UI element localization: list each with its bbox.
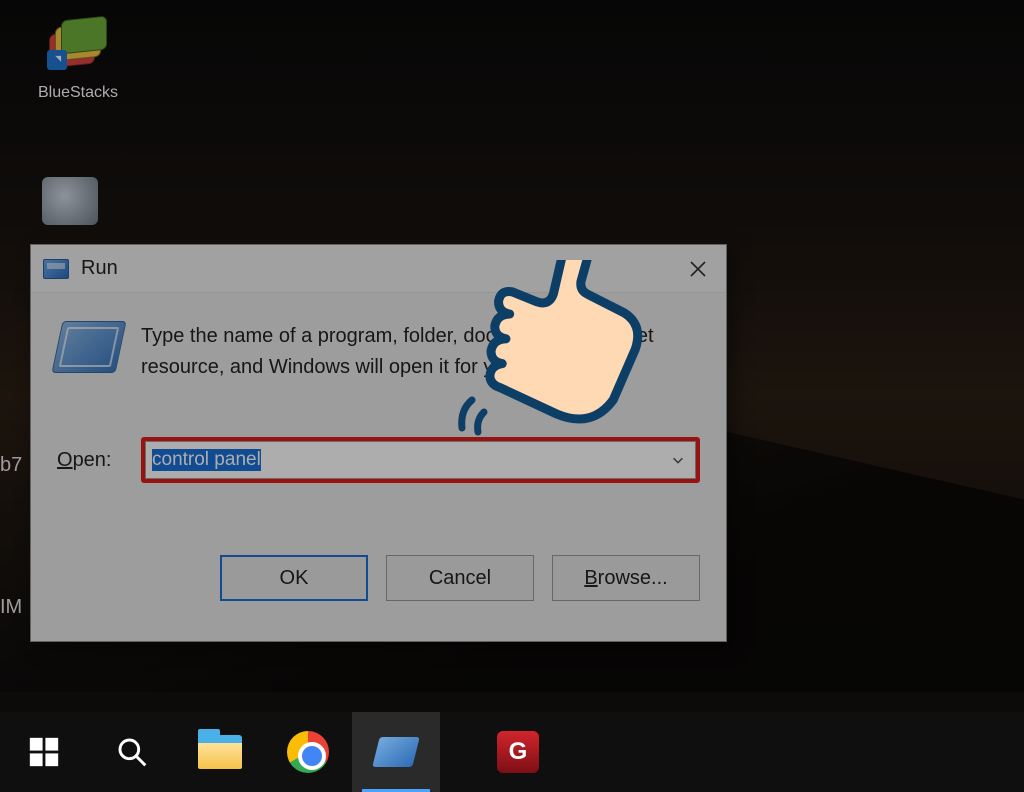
dropdown-button[interactable] (661, 442, 695, 478)
taskbar-file-explorer[interactable] (176, 712, 264, 792)
search-icon (116, 736, 148, 768)
run-dialog: Run Type the name of a program, folder, … (30, 244, 727, 642)
open-input-highlight-box (141, 437, 700, 483)
taskbar-search-button[interactable] (88, 712, 176, 792)
windows-logo-icon (27, 735, 61, 769)
browse-button[interactable]: Browse... (552, 555, 700, 601)
run-dialog-title: Run (81, 257, 118, 280)
run-icon (372, 737, 419, 767)
chrome-icon (287, 731, 329, 773)
open-input-combo[interactable] (145, 441, 696, 479)
start-button[interactable] (0, 712, 88, 792)
desktop-icon-label: BlueStacks (28, 84, 128, 102)
desktop-icon-partial[interactable] (30, 177, 110, 233)
open-input[interactable] (146, 442, 661, 478)
taskbar-chrome[interactable] (264, 712, 352, 792)
ok-button[interactable]: OK (220, 555, 368, 601)
taskbar-app[interactable]: G (474, 712, 562, 792)
shortcut-arrow-icon (47, 50, 67, 70)
run-title-icon (43, 259, 69, 279)
run-dialog-description: Type the name of a program, folder, docu… (141, 321, 700, 383)
run-dialog-titlebar[interactable]: Run (31, 245, 726, 293)
file-explorer-icon (198, 735, 242, 769)
generic-app-icon (42, 177, 98, 225)
taskbar-run[interactable] (352, 712, 440, 792)
garena-icon: G (497, 731, 539, 773)
cancel-button[interactable]: Cancel (386, 555, 534, 601)
taskbar: G (0, 712, 1024, 792)
open-label: Open: (57, 449, 141, 472)
close-button[interactable] (670, 245, 726, 293)
desktop-icon-bluestacks[interactable]: BlueStacks (28, 18, 128, 102)
run-program-icon (51, 321, 126, 373)
desktop-icon-label-partial: b7 (0, 454, 22, 477)
desktop-icon-label-partial: IM (0, 596, 22, 619)
bluestacks-icon (49, 18, 107, 68)
